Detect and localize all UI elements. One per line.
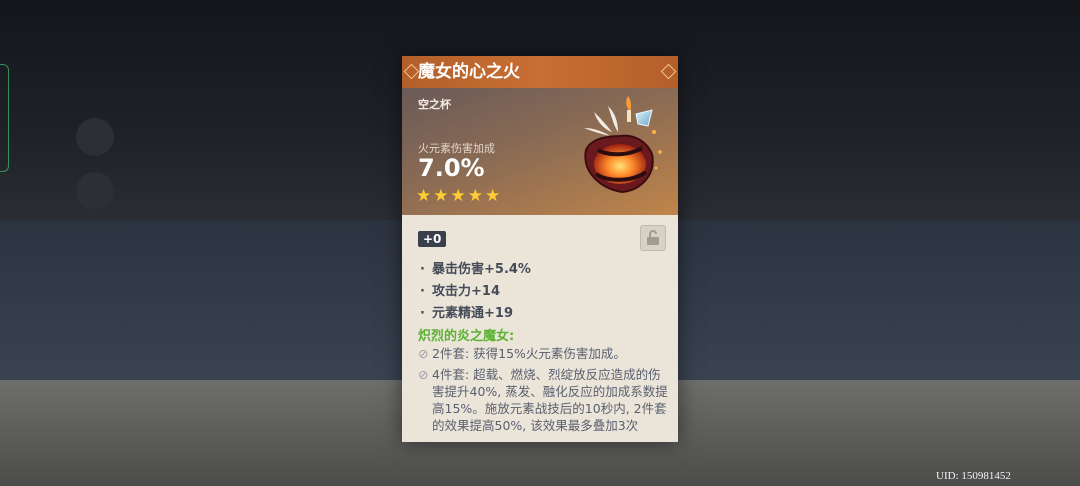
- set-bonus-4pc: ⊘ 4件套: 超载、燃烧、烈绽放反应造成的伤害提升40%, 蒸发、融化反应的加成…: [418, 367, 668, 433]
- bullet-icon: ·: [420, 306, 425, 321]
- artifact-header: 空之杯 火元素伤害加成 7.0% ★ ★ ★ ★ ★: [402, 88, 678, 215]
- bullet-icon: ·: [420, 284, 425, 299]
- rarity-stars: ★ ★ ★ ★ ★: [416, 188, 500, 205]
- bullet-icon: ·: [420, 262, 425, 277]
- side-panel-edge: [0, 64, 9, 172]
- uid-label: UID: 150981452: [936, 470, 1011, 482]
- artifact-image: [584, 96, 662, 194]
- set-name: 炽烈的炎之魔女:: [418, 329, 515, 344]
- substat-item: · 攻击力+14: [420, 281, 531, 303]
- main-stat-value: 7.0%: [418, 154, 485, 182]
- background-icon: [76, 118, 114, 156]
- artifact-slot: 空之杯: [418, 98, 451, 111]
- star-icon: ★: [433, 186, 449, 206]
- star-icon: ★: [467, 186, 483, 206]
- lock-icon: [647, 230, 659, 245]
- set-bonus-2pc: ⊘ 2件套: 获得15%火元素伤害加成。: [418, 346, 626, 361]
- star-icon: ★: [450, 186, 466, 206]
- artifact-detail-card: 魔女的心之火 空之杯 火元素伤害加成 7.0% ★ ★ ★ ★ ★ +0 · 暴…: [402, 56, 678, 442]
- substats-list: · 暴击伤害+5.4% · 攻击力+14 · 元素精通+19: [420, 259, 531, 325]
- circle-slash-icon: ⊘: [418, 346, 429, 361]
- artifact-name: 魔女的心之火: [418, 62, 520, 82]
- star-icon: ★: [485, 186, 501, 206]
- background-icon: [76, 172, 114, 210]
- substat-item: · 元素精通+19: [420, 303, 531, 325]
- circle-slash-icon: ⊘: [418, 367, 429, 382]
- star-icon: ★: [416, 186, 432, 206]
- substat-item: · 暴击伤害+5.4%: [420, 259, 531, 281]
- title-bar: 魔女的心之火: [402, 56, 678, 89]
- lock-button[interactable]: [640, 225, 666, 251]
- level-badge: +0: [418, 231, 447, 247]
- artifact-body: +0 · 暴击伤害+5.4% · 攻击力+14 · 元素精通+19 炽烈的炎之魔女: …: [402, 215, 678, 442]
